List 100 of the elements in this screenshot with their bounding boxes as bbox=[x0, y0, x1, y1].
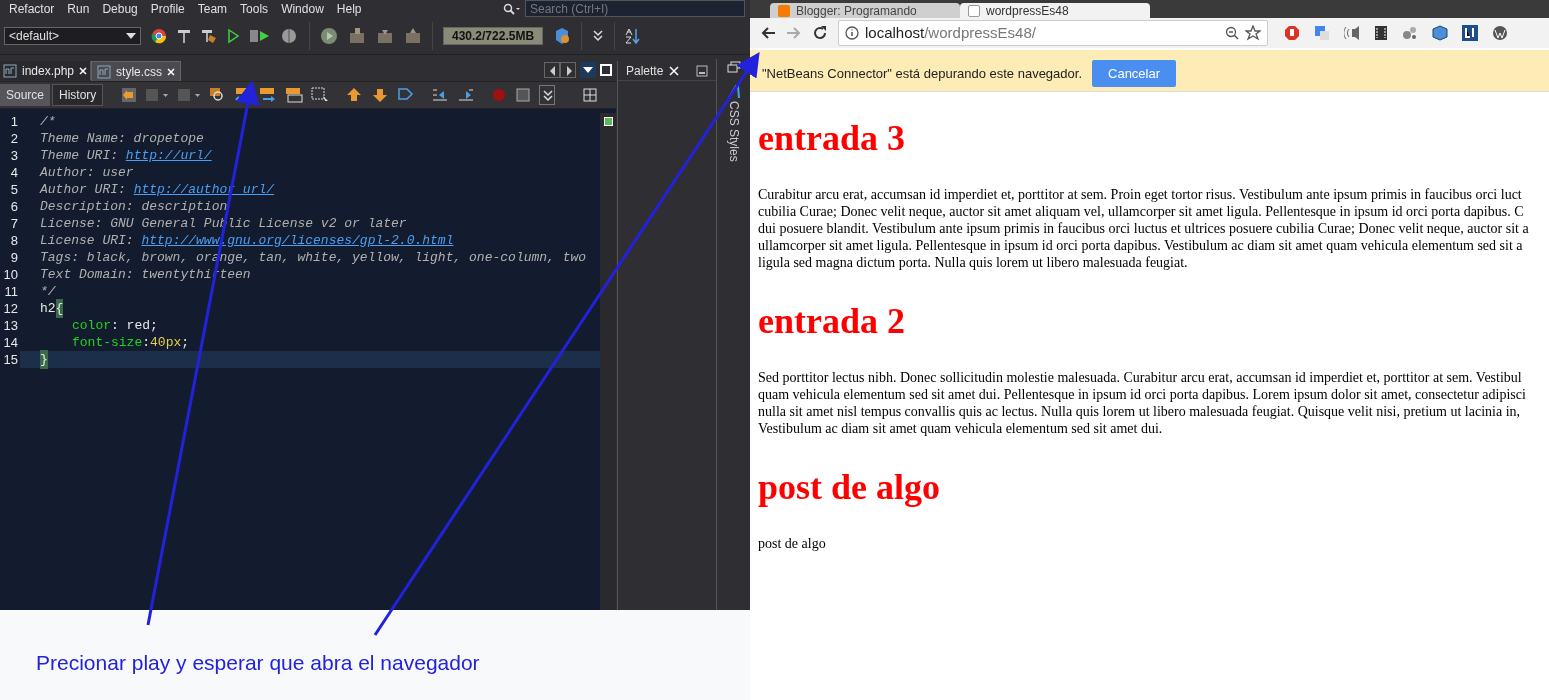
cube-icon[interactable] bbox=[1432, 25, 1448, 41]
configuration-dropdown[interactable]: <default> bbox=[4, 26, 141, 45]
post-paragraph: post de algo bbox=[758, 535, 827, 552]
chevron-down-icon[interactable] bbox=[539, 85, 556, 105]
menu-item[interactable]: Debug bbox=[102, 0, 138, 18]
previous-bookmark-icon[interactable] bbox=[345, 87, 364, 103]
line-number: 15 bbox=[2, 350, 19, 369]
post-paragraph: Curabitur arcu erat, accumsan id imperdiet et, porttitor at sem. Proin eget tortor risus. Vestibulum ante ipsum primis in faucibus orci luct cubilia Curae; Donec velit neque, auctor sit amet aliquam vel, ullamcorper sit amet ligula. Pellentesque in ipsum id orci porta dapibus. C dui posuere blandit. Vestibulum ante ipsum primis in faucibus orci luctus et ultrices posuere cubilia Curae; Donec velit neque, auctor sit a ullamcorper sit amet ligula. Pellentesque in ipsum id orci porta dapibus. Vestibulum ac diam sit amet quam vehicula elementum sed sit a ligula sed magna dictum porta. Nulla quis lorem ut libero malesuada feugiat. bbox=[758, 186, 1530, 271]
li-icon[interactable] bbox=[1462, 25, 1478, 41]
line-number: 9 bbox=[9, 248, 19, 267]
blogger-icon bbox=[778, 4, 790, 17]
browser-icon[interactable] bbox=[151, 27, 167, 44]
configuration-value: <default> bbox=[9, 27, 60, 45]
resume-icon[interactable] bbox=[320, 26, 338, 45]
stop-macro-icon[interactable] bbox=[515, 87, 532, 103]
editor-tab[interactable]: style.css bbox=[91, 61, 182, 81]
line-number: 8 bbox=[9, 231, 19, 250]
line-number: 11 bbox=[3, 282, 19, 301]
line-number: 12 bbox=[2, 299, 19, 318]
scroll-right-icon[interactable] bbox=[560, 62, 576, 78]
split-editor-icon[interactable] bbox=[583, 88, 598, 102]
close-icon[interactable] bbox=[79, 66, 88, 75]
post-title: post de algo bbox=[758, 467, 942, 507]
scroll-left-icon[interactable] bbox=[544, 62, 560, 78]
menu-item[interactable]: Window bbox=[281, 0, 324, 18]
caption-text: Precionar play y esperar que abra el navegador bbox=[36, 650, 480, 677]
search-field[interactable]: Search (Ctrl+I) bbox=[525, 0, 745, 17]
molecule-icon[interactable] bbox=[1402, 25, 1418, 41]
zoom-out-icon[interactable] bbox=[1225, 26, 1239, 40]
wordpress-icon[interactable] bbox=[1492, 25, 1508, 41]
reload-icon[interactable] bbox=[812, 25, 828, 41]
page-icon bbox=[968, 4, 980, 17]
code-line: */ bbox=[39, 283, 57, 300]
code-line: /* bbox=[39, 113, 57, 130]
profile-icon[interactable] bbox=[281, 27, 299, 44]
dropdown-icon[interactable] bbox=[580, 62, 596, 78]
close-icon[interactable] bbox=[669, 65, 680, 76]
play-icon[interactable] bbox=[227, 27, 239, 44]
next-bookmark-icon[interactable] bbox=[371, 87, 390, 103]
menu-item[interactable]: Help bbox=[336, 0, 362, 18]
stop-sign-icon[interactable] bbox=[1284, 25, 1300, 41]
line-number: 3 bbox=[9, 146, 19, 165]
line-number: 7 bbox=[9, 214, 19, 233]
back-icon[interactable] bbox=[121, 87, 138, 103]
post-paragraph: Sed porttitor lectus nibh. Donec sollicitudin molestie malesuada. Curabitur arcu erat, accumsan id imperdiet et, porttitor at sem. Vestibul quam vehicula elementum sed sit amet dui. Pellentesque in ipsum id orci porta dapibus. Lorem ipsum dolor sit amet, consectetur adipisci nulla sit amet nisl tempus convallis quis ac lectus. Nulla quis lorem ut libero malesuada feugiat. Quisque velit nisi, pretium ut lacinia in, Vestibulum ac diam sit amet quam vehicula elementum sed sit amet dui. bbox=[758, 369, 1527, 437]
shift-right-icon[interactable] bbox=[457, 87, 476, 103]
garbage-collect-icon[interactable] bbox=[553, 26, 572, 45]
hammer-icon[interactable] bbox=[177, 27, 191, 44]
editor-tab[interactable]: index.php bbox=[0, 61, 92, 80]
film-icon[interactable] bbox=[1374, 25, 1388, 41]
shift-left-icon[interactable] bbox=[431, 87, 450, 103]
chevron-down-icon[interactable] bbox=[592, 28, 605, 43]
toggle-highlight-icon[interactable] bbox=[285, 87, 304, 103]
info-icon bbox=[845, 26, 859, 40]
css-styles-tab[interactable]: CSS Styles bbox=[724, 85, 743, 162]
minimize-icon[interactable] bbox=[696, 64, 708, 77]
line-number: 14 bbox=[2, 333, 19, 352]
toggle-bookmark-icon[interactable] bbox=[397, 87, 416, 103]
line-number: 6 bbox=[9, 197, 19, 216]
menu-item[interactable]: Tools bbox=[240, 0, 269, 18]
menu-item[interactable]: Team bbox=[197, 0, 228, 18]
sort-icon[interactable] bbox=[625, 26, 642, 45]
code-line: h2{ bbox=[20, 300, 600, 317]
star-icon[interactable] bbox=[1245, 25, 1261, 41]
file-icon bbox=[97, 64, 112, 79]
view-tab[interactable]: Source bbox=[0, 84, 51, 106]
close-icon[interactable] bbox=[167, 67, 176, 76]
back-arrow-icon[interactable] bbox=[760, 25, 776, 41]
find-icon[interactable] bbox=[209, 87, 226, 103]
code-line: Theme Name: dropetope bbox=[39, 130, 205, 147]
selection-icon[interactable] bbox=[311, 87, 330, 103]
debug-run-icon[interactable] bbox=[249, 27, 271, 44]
code-line: color: red; bbox=[71, 317, 159, 334]
translate-icon[interactable] bbox=[1314, 25, 1330, 41]
menu-item[interactable]: Profile bbox=[150, 0, 185, 18]
post-title: entrada 3 bbox=[758, 118, 906, 158]
line-number: 2 bbox=[9, 129, 19, 148]
address-bar[interactable]: localhost/wordpressEs48/ bbox=[838, 20, 1268, 46]
view-tab[interactable]: History bbox=[52, 84, 104, 106]
line-number: 4 bbox=[9, 163, 19, 182]
line-number: 10 bbox=[2, 265, 19, 284]
menu-item[interactable]: Refactor bbox=[9, 0, 55, 18]
maximize-icon[interactable] bbox=[598, 62, 614, 78]
step-over-icon[interactable] bbox=[348, 26, 366, 45]
status-marker-icon bbox=[603, 117, 613, 126]
restore-window-icon[interactable] bbox=[726, 61, 741, 73]
code-line: font-size:40px; bbox=[71, 334, 191, 351]
line-number: 5 bbox=[9, 180, 19, 199]
file-icon bbox=[3, 63, 17, 78]
menu-item[interactable]: Run bbox=[67, 0, 90, 18]
hammer-broom-icon[interactable] bbox=[201, 27, 217, 44]
speaker-icon[interactable] bbox=[1344, 25, 1360, 41]
browser-tab[interactable]: Blogger: Programando bbox=[770, 3, 960, 18]
code-line: Description: description bbox=[39, 198, 229, 215]
memory-meter[interactable]: 430.2/722.5MB bbox=[443, 26, 544, 45]
step-out-icon[interactable] bbox=[404, 26, 422, 45]
browser-tab[interactable]: wordpressEs48 bbox=[960, 3, 1150, 18]
palette-title[interactable]: Palette bbox=[626, 61, 664, 80]
code-line: Theme URI: http://url/ bbox=[39, 147, 213, 164]
infobar-message: "NetBeans Connector" está depurando este navegador. bbox=[762, 64, 1082, 83]
